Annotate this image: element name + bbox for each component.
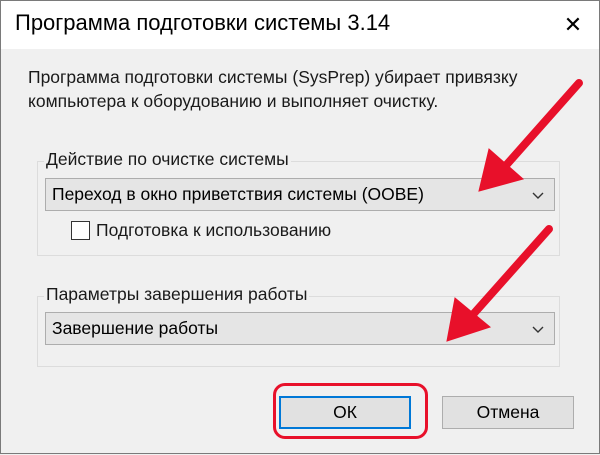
sysprep-dialog: Программа подготовки системы 3.14 ✕ Прог…	[0, 0, 600, 454]
title-bar: Программа подготовки системы 3.14 ✕	[1, 1, 599, 49]
shutdown-options-dropdown[interactable]: Завершение работы	[45, 312, 555, 345]
shutdown-options-label: Параметры завершения работы	[44, 284, 310, 305]
cleanup-action-label: Действие по очистке системы	[44, 149, 291, 170]
shutdown-options-value: Завершение работы	[52, 318, 219, 338]
cleanup-action-dropdown[interactable]: Переход в окно приветствия системы (OOBE…	[45, 178, 555, 211]
close-icon: ✕	[563, 12, 583, 37]
cleanup-action-group: Действие по очистке системы Переход в ок…	[37, 149, 560, 256]
chevron-down-icon	[532, 192, 544, 199]
ok-button[interactable]: ОК	[279, 396, 411, 429]
cancel-button[interactable]: Отмена	[442, 396, 574, 429]
description-text: Программа подготовки системы (SysPrep) у…	[28, 67, 518, 111]
close-button[interactable]: ✕	[547, 1, 599, 49]
window-title: Программа подготовки системы 3.14	[15, 10, 391, 35]
chevron-down-icon	[532, 326, 544, 333]
generalize-checkbox[interactable]	[71, 221, 90, 240]
generalize-option: Подготовка к использованию	[71, 220, 331, 241]
generalize-checkbox-label[interactable]: Подготовка к использованию	[96, 220, 331, 241]
cleanup-action-value: Переход в окно приветствия системы (OOBE…	[52, 184, 424, 204]
shutdown-options-group: Параметры завершения работы Завершение р…	[37, 284, 560, 367]
